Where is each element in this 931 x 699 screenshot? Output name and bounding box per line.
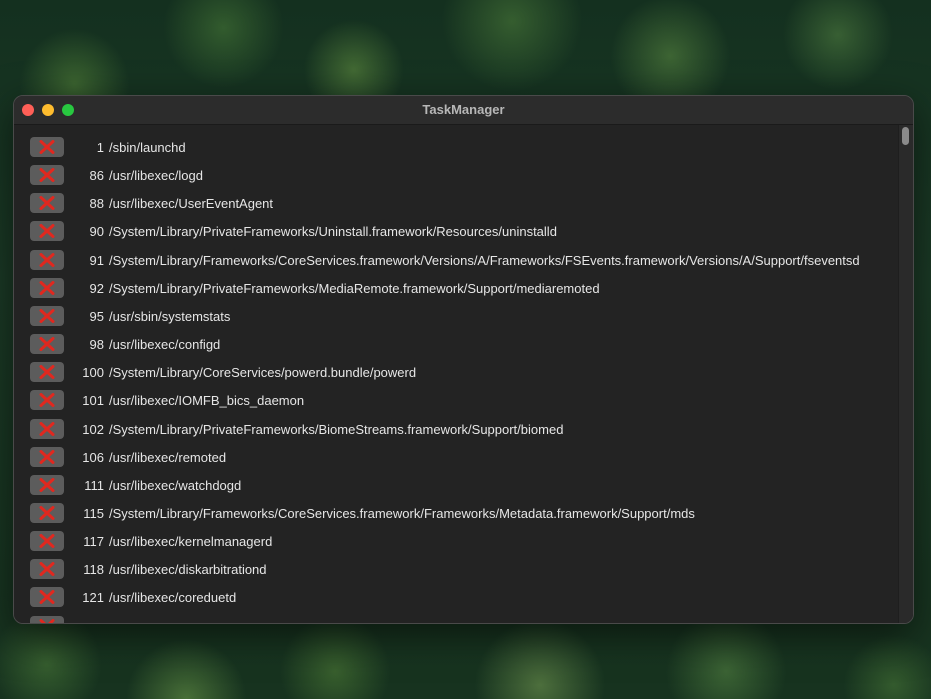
process-row: 90/System/Library/PrivateFrameworks/Unin…	[30, 221, 900, 243]
kill-process-button[interactable]	[30, 474, 64, 495]
process-path: /usr/libexec/watchdogd	[109, 477, 242, 493]
process-row: 88/usr/libexec/UserEventAgent	[30, 193, 900, 215]
kill-process-button[interactable]	[30, 334, 64, 355]
process-path: /System/Library/CoreServices/powerd.bund…	[109, 365, 417, 381]
scrollbar-thumb[interactable]	[902, 127, 909, 145]
kill-process-button[interactable]	[30, 390, 64, 411]
close-x-icon	[39, 618, 55, 623]
close-x-icon	[39, 505, 55, 520]
process-row: 91/System/Library/Frameworks/CoreService…	[30, 249, 900, 272]
process-path: /usr/libexec/coreduetd	[109, 590, 237, 606]
close-x-icon	[39, 140, 55, 154]
close-x-icon	[39, 168, 55, 183]
process-row: 117/usr/libexec/kernelmanagerd	[30, 531, 900, 553]
close-x-icon	[39, 421, 55, 436]
process-pid: 106	[82, 449, 104, 465]
kill-process-button[interactable]	[30, 587, 64, 608]
close-x-icon	[39, 196, 55, 211]
process-path: /usr/libexec/logd	[109, 168, 203, 184]
kill-process-button[interactable]	[30, 615, 64, 623]
process-list: 1/sbin/launchd 86/usr/libexec/logd 88/usr/…	[14, 125, 913, 623]
taskmanager-window: TaskManager 1/sbin/launchd 86/usr/libexec…	[13, 95, 914, 624]
kill-process-button[interactable]	[30, 418, 64, 439]
process-pid: 101	[82, 393, 104, 409]
process-path: /usr/libexec/kernelmanagerd	[109, 534, 273, 550]
close-x-icon	[39, 308, 55, 323]
kill-process-button[interactable]	[30, 165, 64, 186]
kill-process-button[interactable]	[30, 362, 64, 383]
process-pid: 92	[89, 280, 104, 296]
close-x-icon	[39, 252, 55, 267]
process-path: /usr/sbin/systemstats	[109, 308, 231, 324]
kill-process-button[interactable]	[30, 531, 64, 552]
process-path: /System/Library/PrivateFrameworks/BiomeS…	[109, 421, 564, 437]
kill-process-button[interactable]	[30, 446, 64, 467]
process-path: /usr/libexec/remoted	[109, 449, 227, 465]
close-x-icon	[39, 562, 55, 577]
process-pid: 102	[82, 421, 104, 437]
close-x-icon	[39, 224, 55, 239]
process-pid: 115	[83, 505, 104, 521]
process-pid: 86	[89, 168, 104, 184]
process-row: 101/usr/libexec/IOMFB_bics_daemon	[30, 390, 900, 412]
kill-process-button[interactable]	[30, 559, 64, 580]
process-pid: 118	[83, 562, 104, 578]
process-path: /System/Library/PrivateFrameworks/Uninst…	[109, 224, 557, 240]
process-row: 95/usr/sbin/systemstats	[30, 305, 900, 328]
close-x-icon	[39, 590, 55, 605]
process-row: 100/System/Library/CoreServices/powerd.b…	[30, 362, 900, 384]
kill-process-button[interactable]	[30, 277, 64, 298]
close-x-icon	[39, 337, 55, 352]
process-pid: 91	[89, 252, 104, 268]
process-row	[30, 615, 900, 623]
kill-process-button[interactable]	[30, 249, 64, 270]
process-row: 106/usr/libexec/remoted	[30, 446, 900, 469]
process-path: /System/Library/Frameworks/CoreServices.…	[109, 505, 695, 521]
kill-process-button[interactable]	[30, 221, 64, 242]
process-path: /usr/libexec/diskarbitrationd	[109, 562, 267, 578]
close-x-icon	[39, 534, 55, 549]
close-x-icon	[39, 477, 55, 492]
process-row: 121/usr/libexec/coreduetd	[30, 587, 900, 609]
process-pid: 100	[82, 365, 104, 381]
process-path: /usr/libexec/IOMFB_bics_daemon	[109, 393, 305, 409]
close-x-icon	[39, 393, 55, 408]
close-x-icon	[39, 365, 55, 380]
kill-process-button[interactable]	[30, 137, 64, 157]
process-row: 92/System/Library/PrivateFrameworks/Medi…	[30, 277, 900, 300]
kill-process-button[interactable]	[30, 305, 64, 326]
process-pid: 121	[82, 590, 104, 606]
process-path: /usr/libexec/configd	[109, 337, 221, 353]
process-row: 1/sbin/launchd	[30, 137, 900, 159]
process-path: /System/Library/PrivateFrameworks/MediaR…	[109, 280, 600, 296]
process-pid: 117	[83, 534, 104, 550]
close-x-icon	[39, 449, 55, 464]
title-bar[interactable]: TaskManager	[14, 96, 913, 125]
process-row: 111/usr/libexec/watchdogd	[30, 474, 900, 497]
process-row: 102/System/Library/PrivateFrameworks/Bio…	[30, 418, 900, 441]
process-row: 115/System/Library/Frameworks/CoreServic…	[30, 502, 900, 525]
close-x-icon	[39, 280, 55, 295]
process-pid: 98	[89, 337, 104, 353]
process-path: /System/Library/Frameworks/CoreServices.…	[109, 252, 860, 268]
process-row: 98/usr/libexec/configd	[30, 334, 900, 356]
process-path: /usr/libexec/UserEventAgent	[109, 196, 274, 212]
process-pid: 88	[89, 196, 104, 212]
process-path: /sbin/launchd	[109, 140, 186, 155]
process-row: 118/usr/libexec/diskarbitrationd	[30, 559, 900, 581]
kill-process-button[interactable]	[30, 193, 64, 214]
process-row: 86/usr/libexec/logd	[30, 165, 900, 187]
vertical-scrollbar[interactable]	[898, 125, 913, 623]
process-pid: 111	[84, 477, 104, 493]
window-title: TaskManager	[422, 102, 505, 117]
process-pid: 90	[89, 224, 104, 240]
process-pid: 1	[96, 140, 104, 155]
kill-process-button[interactable]	[30, 502, 64, 523]
process-pid: 95	[89, 308, 104, 324]
